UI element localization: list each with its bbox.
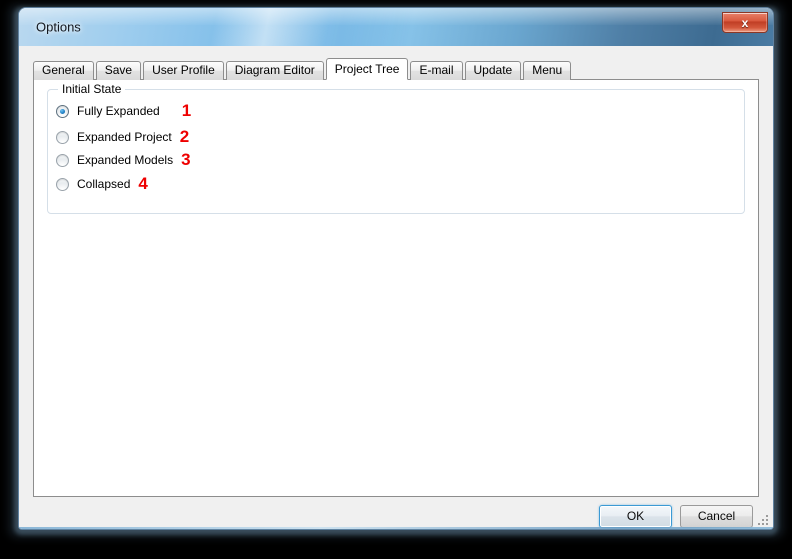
- window-bottom-edge: [19, 527, 773, 529]
- desktop-background: Options x General Save User Profile Diag…: [0, 0, 792, 559]
- radio-button-icon: [56, 177, 69, 191]
- tab-user-profile[interactable]: User Profile: [143, 61, 224, 80]
- tab-general[interactable]: General: [33, 61, 94, 80]
- options-dialog-window: Options x General Save User Profile Diag…: [19, 8, 773, 529]
- titlebar-sheen: [19, 8, 773, 25]
- window-title: Options: [36, 19, 81, 35]
- ok-button[interactable]: OK: [599, 505, 672, 528]
- radio-label: Expanded Models: [77, 153, 174, 167]
- resize-grip[interactable]: [757, 514, 770, 527]
- close-x-glyph: x: [741, 15, 749, 30]
- tab-menu[interactable]: Menu: [523, 61, 572, 80]
- tab-control: General Save User Profile Diagram Editor…: [33, 58, 759, 497]
- annotation-number: 2: [179, 127, 190, 146]
- radio-expanded-models[interactable]: Expanded Models 3: [56, 151, 191, 169]
- tab-save[interactable]: Save: [95, 61, 142, 80]
- tab-diagram-editor[interactable]: Diagram Editor: [225, 61, 324, 80]
- radio-label: Collapsed: [77, 177, 131, 191]
- tab-email[interactable]: E-mail: [410, 61, 463, 80]
- initial-state-label: Initial State: [58, 82, 126, 96]
- radio-button-icon: [56, 104, 69, 118]
- tab-strip: General Save User Profile Diagram Editor…: [33, 58, 573, 80]
- radio-label: Expanded Project: [77, 130, 172, 144]
- cancel-button[interactable]: Cancel: [680, 505, 753, 528]
- radio-button-icon: [56, 130, 69, 144]
- annotation-number: 4: [138, 174, 148, 193]
- dialog-client-area: General Save User Profile Diagram Editor…: [19, 46, 773, 529]
- tab-project-tree[interactable]: Project Tree: [325, 58, 409, 80]
- tab-update[interactable]: Update: [464, 61, 522, 80]
- close-icon[interactable]: x: [722, 12, 768, 33]
- annotation-number: 1: [181, 101, 192, 120]
- tab-panel-project-tree: Initial State Fully Expanded 1 Expanded …: [33, 79, 759, 497]
- annotation-number: 3: [181, 150, 191, 169]
- radio-expanded-project[interactable]: Expanded Project 2: [56, 128, 189, 146]
- radio-label: Fully Expanded: [77, 104, 160, 118]
- window-titlebar[interactable]: Options x: [19, 8, 773, 47]
- radio-collapsed[interactable]: Collapsed 4: [56, 175, 148, 193]
- initial-state-groupbox: Initial State Fully Expanded 1 Expanded …: [47, 82, 745, 214]
- radio-fully-expanded[interactable]: Fully Expanded 1: [56, 102, 191, 120]
- radio-button-icon: [56, 153, 69, 167]
